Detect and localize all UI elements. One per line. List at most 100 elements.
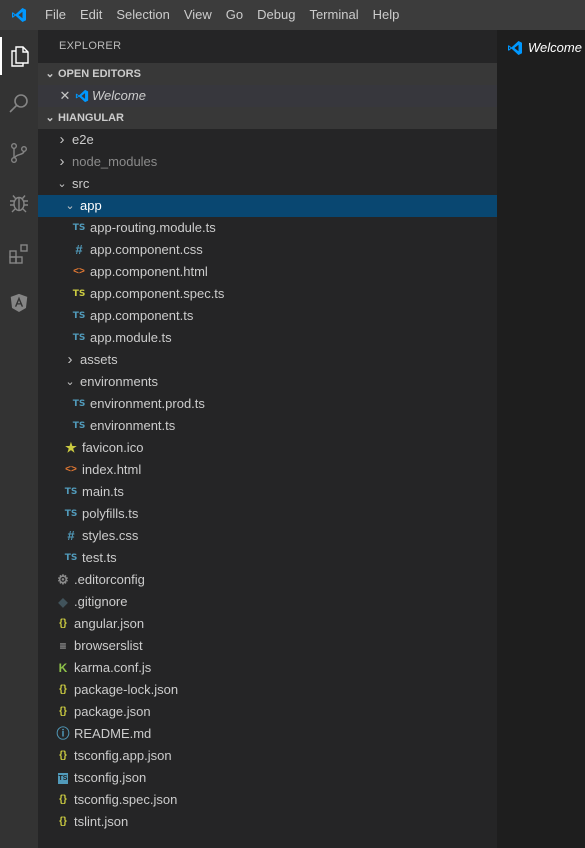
open-editors-header[interactable]: ⌄ OPEN EDITORS [38, 63, 497, 85]
menu-terminal[interactable]: Terminal [302, 0, 365, 30]
tree-item-label: package-lock.json [74, 682, 179, 697]
tree-item-label: environment.prod.ts [90, 396, 205, 411]
file-index-html[interactable]: <> index.html [38, 459, 497, 481]
file-app-component-html[interactable]: <> app.component.html [38, 261, 497, 283]
tree-item-label: tsconfig.json [74, 770, 147, 785]
tree-item-label: app-routing.module.ts [90, 220, 216, 235]
html-file-icon: <> [65, 464, 77, 475]
ts-file-icon: TS [72, 399, 86, 409]
tree-item-label: package.json [74, 704, 151, 719]
menu-bar: File Edit Selection View Go Debug Terminal Help [0, 0, 585, 30]
menu-edit[interactable]: Edit [73, 0, 109, 30]
tree-item-label: environment.ts [90, 418, 176, 433]
favicon-star-icon: ★ [65, 440, 77, 455]
sidebar-title: EXPLORER [59, 40, 122, 52]
tree-item-label: app.component.html [90, 264, 208, 279]
file-karma-conf-js[interactable]: Kkarma.conf.js [38, 657, 497, 679]
open-editors-label: OPEN EDITORS [58, 68, 141, 80]
git-icon: ◆ [58, 595, 68, 609]
file-package-json[interactable]: {} package.json [38, 701, 497, 723]
activity-bar [0, 30, 38, 848]
tree-item-label: app.module.ts [90, 330, 172, 345]
open-editor-item[interactable]: ✕ Welcome [38, 85, 497, 107]
menu-selection[interactable]: Selection [109, 0, 176, 30]
tree-item-label: karma.conf.js [74, 660, 152, 675]
folder-environments[interactable]: ⌄ environments [38, 371, 497, 393]
file-styles-css[interactable]: # styles.css [38, 525, 497, 547]
tree-item-label: tslint.json [74, 814, 129, 829]
file-favicon-ico[interactable]: ★ favicon.ico [38, 437, 497, 459]
tsconfig-icon: TS [57, 772, 69, 784]
ts-file-icon: TS [64, 509, 78, 519]
file-tslint-json[interactable]: {} tslint.json [38, 811, 497, 833]
tab-label: Welcome [528, 40, 582, 55]
files-icon[interactable] [0, 37, 38, 75]
project-header[interactable]: ⌄ HIANGULAR [38, 107, 497, 129]
tree-item-label: README.md [74, 726, 152, 741]
ts-file-icon: TS [64, 487, 78, 497]
file-app-component-css[interactable]: # app.component.css [38, 239, 497, 261]
file-tsconfig-json[interactable]: TS tsconfig.json [38, 767, 497, 789]
file-environment-ts[interactable]: TS environment.ts [38, 415, 497, 437]
folder-src[interactable]: ⌄ src [38, 173, 497, 195]
file-app-component-ts[interactable]: TS app.component.ts [38, 305, 497, 327]
chevron-down-icon: ⌄ [65, 200, 75, 212]
folder-e2e[interactable]: › e2e [38, 129, 497, 151]
file-editorconfig[interactable]: ⚙ .editorconfig [38, 569, 497, 591]
menu-view[interactable]: View [177, 0, 219, 30]
ts-file-icon: TS [72, 311, 86, 321]
tree-item-label: assets [80, 352, 118, 367]
file-readme-md[interactable]: ⓘ README.md [38, 723, 497, 745]
chevron-down-icon: ⌄ [45, 68, 55, 80]
css-file-icon: # [75, 242, 83, 257]
file-test-ts[interactable]: TS test.ts [38, 547, 497, 569]
file-tsconfig-spec-json[interactable]: {} tsconfig.spec.json [38, 789, 497, 811]
angular-icon[interactable] [0, 284, 38, 322]
ts-file-icon: TS [72, 333, 86, 343]
file-app-component-spec-ts[interactable]: TS app.component.spec.ts [38, 283, 497, 305]
menu-file[interactable]: File [38, 0, 73, 30]
tree-item-label: browserslist [74, 638, 143, 653]
file-environment-prod-ts[interactable]: TS environment.prod.ts [38, 393, 497, 415]
tree-item-label: node_modules [72, 154, 158, 169]
file-angular-json[interactable]: {} angular.json [38, 613, 497, 635]
tree-item-label: test.ts [82, 550, 117, 565]
tree-item-label: app.component.css [90, 242, 203, 257]
tree-item-label: app [80, 198, 102, 213]
menu-help[interactable]: Help [366, 0, 407, 30]
file-app-routing-module-ts[interactable]: TS app-routing.module.ts [38, 217, 497, 239]
tab-welcome[interactable]: Welcome [497, 30, 585, 65]
tree-item-label: app.component.ts [90, 308, 194, 323]
close-icon[interactable]: ✕ [58, 85, 72, 107]
source-control-icon[interactable] [0, 134, 38, 172]
chevron-right-icon: › [59, 153, 65, 170]
menu-debug[interactable]: Debug [250, 0, 302, 30]
debug-icon[interactable] [0, 184, 38, 222]
menu-go[interactable]: Go [219, 0, 250, 30]
vscode-file-icon [72, 89, 92, 103]
folder-app[interactable]: ⌄ app [38, 195, 497, 217]
info-icon: ⓘ [56, 726, 70, 741]
project-label: HIANGULAR [58, 112, 124, 124]
chevron-down-icon: ⌄ [65, 376, 75, 388]
tree-item-label: polyfills.ts [82, 506, 139, 521]
folder-assets[interactable]: › assets [38, 349, 497, 371]
file-polyfills-ts[interactable]: TS polyfills.ts [38, 503, 497, 525]
tree-item-label: .gitignore [74, 594, 128, 609]
file-gitignore[interactable]: ◆ .gitignore [38, 591, 497, 613]
ts-spec-file-icon: TS [72, 289, 86, 299]
tree-item-label: tsconfig.spec.json [74, 792, 178, 807]
vscode-tab-icon [507, 40, 523, 56]
folder-node-modules[interactable]: › node_modules [38, 151, 497, 173]
file-tsconfig-app-json[interactable]: {} tsconfig.app.json [38, 745, 497, 767]
ts-file-icon: TS [72, 421, 86, 431]
extensions-icon[interactable] [0, 235, 38, 273]
file-main-ts[interactable]: TS main.ts [38, 481, 497, 503]
file-package-lock-json[interactable]: {} package-lock.json [38, 679, 497, 701]
file-browserslist[interactable]: ≡ browserslist [38, 635, 497, 657]
search-icon[interactable] [0, 85, 38, 123]
file-tree: › e2e › node_modules ⌄ src ⌄ app TS app-routing.m… [38, 129, 497, 833]
file-app-module-ts[interactable]: TS app.module.ts [38, 327, 497, 349]
list-file-icon: ≡ [59, 639, 67, 653]
ts-file-icon: TS [72, 223, 86, 233]
